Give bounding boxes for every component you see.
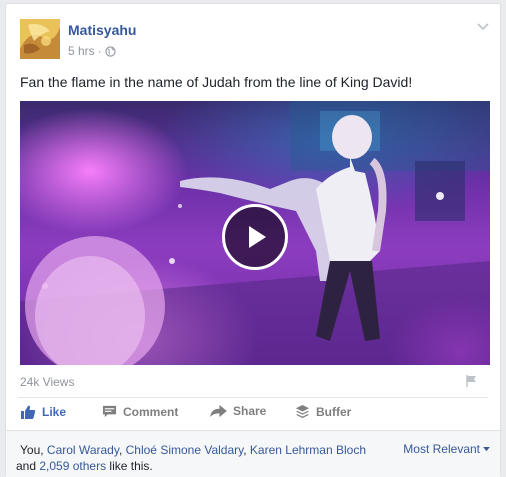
comment-icon <box>102 405 117 418</box>
thumbs-up-icon <box>21 405 36 419</box>
liker-link[interactable]: Chloé Simone Valdary <box>126 443 244 457</box>
view-count: 24k Views <box>20 375 75 389</box>
likes-and: and <box>16 459 40 473</box>
likes-you: You <box>20 443 41 457</box>
share-label: Share <box>233 404 267 418</box>
globe-icon[interactable] <box>105 45 116 57</box>
reactions-summary: You, Carol Warady, Chloé Simone Valdary,… <box>6 430 500 477</box>
buffer-label: Buffer <box>316 404 352 419</box>
likes-separator: , <box>40 443 47 457</box>
post-text: Fan the flame in the name of Judah from … <box>20 74 413 90</box>
likes-separator: , <box>118 443 126 457</box>
likes-sentence: You, Carol Warady, Chloé Simone Valdary,… <box>16 442 390 474</box>
liker-link[interactable]: Carol Warady <box>47 443 119 457</box>
caret-down-icon <box>483 446 490 451</box>
video-player[interactable] <box>20 101 490 365</box>
post-meta: 5 hrs · <box>68 44 116 58</box>
share-button[interactable]: Share <box>210 404 266 418</box>
author-name[interactable]: Matisyahu <box>68 22 136 38</box>
buffer-button[interactable]: Buffer <box>295 404 351 419</box>
divider <box>18 397 488 398</box>
meta-separator: · <box>97 44 102 58</box>
comment-label: Comment <box>123 404 179 419</box>
chevron-down-icon[interactable] <box>475 18 491 34</box>
likes-suffix: like this. <box>106 459 153 473</box>
likes-separator: , <box>243 443 250 457</box>
like-label: Like <box>42 405 67 419</box>
play-icon <box>249 226 266 248</box>
comment-sort-dropdown[interactable]: Most Relevant <box>403 442 490 456</box>
author-avatar[interactable] <box>20 19 60 59</box>
sort-label: Most Relevant <box>403 442 480 456</box>
play-button[interactable] <box>222 204 288 270</box>
comment-button[interactable]: Comment <box>102 404 178 419</box>
share-icon <box>210 404 227 417</box>
post-timestamp[interactable]: 5 hrs <box>68 44 95 58</box>
like-button[interactable]: Like <box>20 404 66 420</box>
post-card: Matisyahu 5 hrs · Fan the flame in the n… <box>5 3 501 477</box>
liker-link[interactable]: Karen Lehrman Bloch <box>250 443 366 457</box>
buffer-icon <box>295 404 310 419</box>
others-link[interactable]: 2,059 others <box>39 459 106 473</box>
flag-icon[interactable] <box>464 374 478 388</box>
